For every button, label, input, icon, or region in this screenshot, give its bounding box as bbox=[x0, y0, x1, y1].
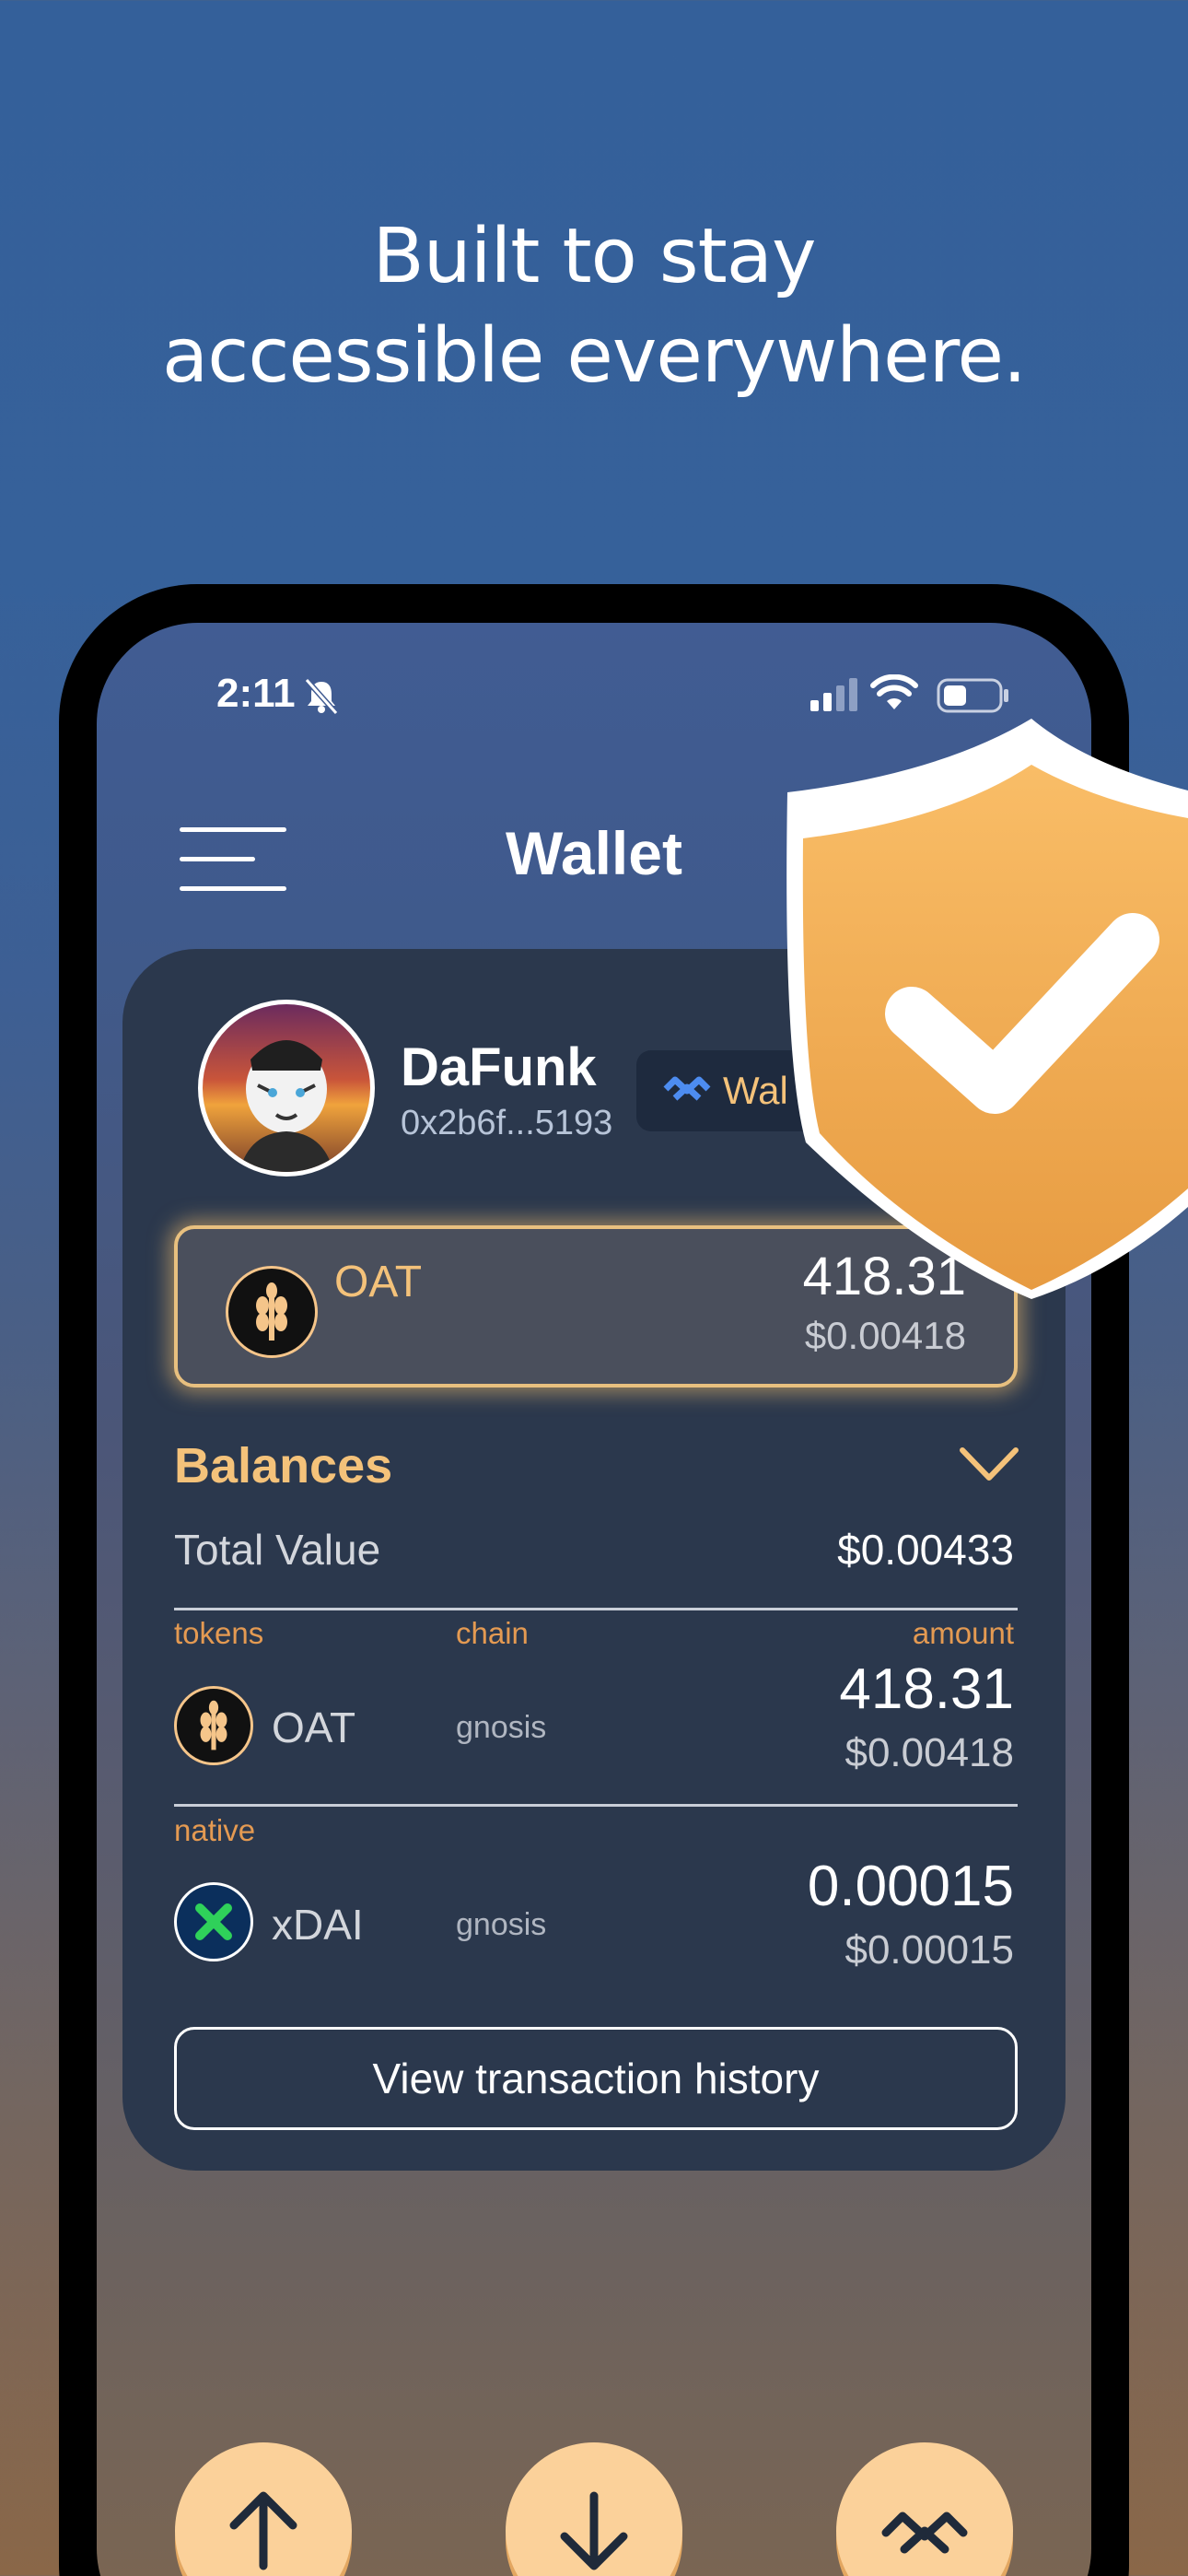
walletconnect-icon bbox=[663, 1076, 711, 1101]
oat-token-icon bbox=[174, 1686, 253, 1765]
token-symbol: xDAI bbox=[272, 1901, 364, 1949]
divider bbox=[174, 1804, 1018, 1807]
walletconnect-action-button[interactable] bbox=[836, 2442, 1013, 2576]
oat-token-icon bbox=[226, 1266, 318, 1358]
column-header-tokens: tokens bbox=[174, 1616, 264, 1650]
featured-token-symbol: OAT bbox=[334, 1258, 423, 1306]
battery-icon bbox=[937, 678, 1008, 713]
avatar-tiger-image bbox=[239, 1040, 333, 1172]
receive-button[interactable] bbox=[506, 2442, 682, 2576]
bell-muted-icon bbox=[304, 678, 339, 715]
xdai-token-icon bbox=[174, 1882, 253, 1961]
avatar[interactable] bbox=[198, 1000, 375, 1177]
divider bbox=[174, 1608, 1018, 1610]
total-value-amount: $0.00433 bbox=[837, 1526, 1014, 1574]
profile-name: DaFunk bbox=[401, 1037, 597, 1097]
arrow-up-icon bbox=[229, 2491, 297, 2570]
token-chain: gnosis bbox=[456, 1907, 547, 1942]
wallet-address[interactable]: 0x2b6f...5193 bbox=[401, 1104, 612, 1143]
arrow-down-icon bbox=[560, 2491, 628, 2570]
headline-line-1: Built to stay bbox=[372, 213, 816, 300]
total-value-label: Total Value bbox=[174, 1526, 381, 1574]
token-symbol: OAT bbox=[272, 1704, 356, 1751]
headline-line-2: accessible everywhere. bbox=[161, 312, 1027, 400]
view-history-button[interactable]: View transaction history bbox=[174, 2027, 1018, 2130]
signal-icon bbox=[810, 678, 857, 711]
token-amount: 418.31 bbox=[839, 1657, 1014, 1721]
token-amount: 0.00015 bbox=[807, 1855, 1014, 1918]
column-header-chain: chain bbox=[456, 1616, 529, 1650]
token-usd: $0.00418 bbox=[844, 1730, 1014, 1775]
promo-headline: Built to stay accessible everywhere. bbox=[0, 207, 1188, 406]
featured-token-usd: $0.00418 bbox=[804, 1314, 966, 1357]
chevron-down-icon[interactable] bbox=[959, 1446, 1019, 1483]
native-section-label: native bbox=[174, 1813, 256, 1847]
balances-title: Balances bbox=[174, 1438, 393, 1493]
token-usd: $0.00015 bbox=[844, 1927, 1014, 1973]
shield-check-icon bbox=[786, 719, 1188, 1299]
send-button[interactable] bbox=[175, 2442, 352, 2576]
status-time: 2:11 bbox=[216, 671, 296, 716]
column-header-amount: amount bbox=[912, 1616, 1014, 1650]
wifi-icon bbox=[870, 674, 918, 709]
walletconnect-icon bbox=[881, 2512, 968, 2554]
token-chain: gnosis bbox=[456, 1710, 547, 1745]
